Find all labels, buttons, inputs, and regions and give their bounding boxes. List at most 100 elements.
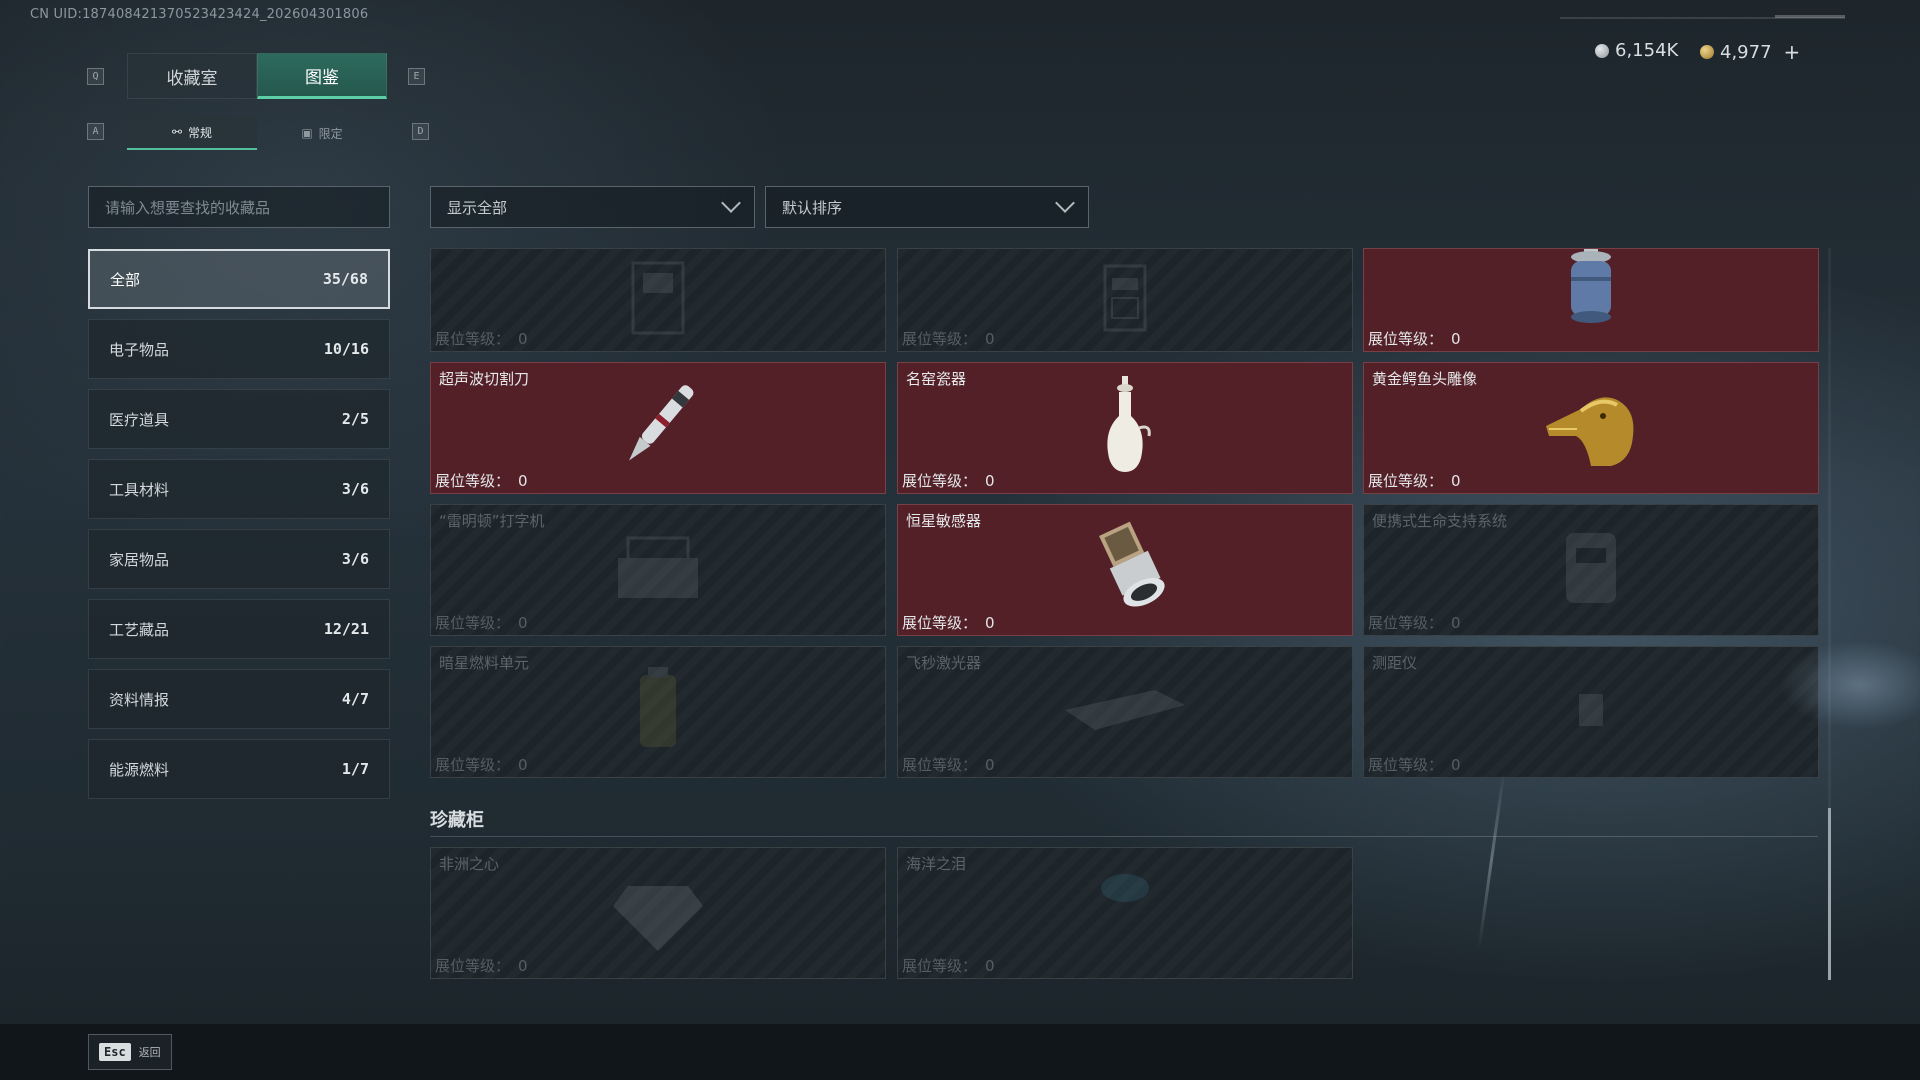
item-name: 非洲之心 <box>439 855 500 873</box>
background-haze <box>1780 640 1920 730</box>
item-level: 展位等级： 0 <box>435 472 528 490</box>
subtab-regular-label: 常规 <box>188 125 213 140</box>
item-card[interactable]: 黄金鳄鱼头雕像 展位等级： 0 <box>1363 362 1819 494</box>
item-card[interactable]: 名窑瓷器 展位等级： 0 <box>897 362 1353 494</box>
item-level: 展位等级： 0 <box>1368 472 1461 490</box>
item-name: 海洋之泪 <box>906 855 967 873</box>
item-card[interactable]: 展位等级： 0 <box>897 248 1353 352</box>
item-level: 展位等级： 0 <box>435 614 528 632</box>
subtab-limited[interactable]: ▣ 限定 <box>257 116 387 150</box>
subtab-regular[interactable]: ⚯ 常规 <box>127 116 257 150</box>
item-level: 展位等级： 0 <box>435 756 528 774</box>
key-hint-a: A <box>87 123 104 140</box>
category-label: 医疗道具 <box>109 410 170 429</box>
image-icon: ▣ <box>301 126 313 140</box>
item-level: 展位等级： 0 <box>435 957 528 975</box>
category-count: 10/16 <box>323 340 369 358</box>
filter-dropdown[interactable]: 显示全部 <box>430 186 755 228</box>
category-label: 家居物品 <box>109 550 170 569</box>
item-card[interactable]: 展位等级： 0 <box>430 248 886 352</box>
tab-collection-room[interactable]: 收藏室 <box>127 53 257 99</box>
category-label: 工艺藏品 <box>109 620 170 639</box>
category-intel[interactable]: 资料情报 4/7 <box>88 669 390 729</box>
background-crack <box>1477 770 1506 950</box>
item-name: 测距仪 <box>1372 654 1418 672</box>
diamond-icon <box>608 866 708 960</box>
category-label: 工具材料 <box>109 480 170 499</box>
item-level: 展位等级： 0 <box>435 330 528 348</box>
key-hint-e: E <box>408 68 425 85</box>
ultrasonic-cutter-icon <box>613 376 703 480</box>
item-card[interactable]: 测距仪 展位等级： 0 <box>1363 646 1819 778</box>
user-uid: CN UID:1874084213705234234​24_2026043018… <box>30 7 369 22</box>
section-title: 珍藏柜 <box>430 810 484 831</box>
item-name: 飞秒激光器 <box>906 654 982 672</box>
category-all[interactable]: 全部 35/68 <box>88 249 390 309</box>
silver-amount: 6,154K <box>1615 40 1679 61</box>
item-name: 便携式生命支持系统 <box>1372 512 1508 530</box>
item-card[interactable]: 暗星燃料单元 展位等级： 0 <box>430 646 886 778</box>
item-card[interactable]: 飞秒激光器 展位等级： 0 <box>897 646 1353 778</box>
main-tabs: 收藏室 图鉴 <box>127 53 387 99</box>
category-home[interactable]: 家居物品 3/6 <box>88 529 390 589</box>
category-label: 电子物品 <box>109 340 170 359</box>
key-hint-d: D <box>412 123 429 140</box>
category-label: 能源燃料 <box>109 760 170 779</box>
category-tools[interactable]: 工具材料 3/6 <box>88 459 390 519</box>
sort-dropdown[interactable]: 默认排序 <box>765 186 1089 228</box>
item-level: 展位等级： 0 <box>902 756 995 774</box>
item-card[interactable]: 展位等级： 0 <box>1363 248 1819 352</box>
treasure-card[interactable]: 海洋之泪 展位等级： 0 <box>897 847 1353 979</box>
tab-catalog[interactable]: 图鉴 <box>257 53 387 99</box>
key-hint-q: Q <box>87 68 104 85</box>
item-level: 展位等级： 0 <box>902 614 995 632</box>
subtab-limited-label: 限定 <box>318 126 343 141</box>
gold-coin-icon <box>1700 45 1714 59</box>
category-count: 35/68 <box>322 270 368 288</box>
flame-icon: ⚯ <box>171 125 183 139</box>
item-card[interactable]: 便携式生命支持系统 展位等级： 0 <box>1363 504 1819 636</box>
item-level: 展位等级： 0 <box>1368 614 1461 632</box>
item-name: 超声波切割刀 <box>439 370 530 388</box>
item-level: 展位等级： 0 <box>902 957 995 975</box>
life-support-icon <box>1551 523 1631 617</box>
category-count: 3/6 <box>341 550 369 568</box>
chevron-down-icon <box>721 193 741 213</box>
item-level: 展位等级： 0 <box>902 472 995 490</box>
gem-icon <box>1095 868 1155 912</box>
golden-crocodile-icon <box>1541 381 1641 475</box>
category-count: 12/21 <box>323 620 369 638</box>
item-card[interactable]: 恒星敏感器 展位等级： 0 <box>897 504 1353 636</box>
category-energy[interactable]: 能源燃料 1/7 <box>88 739 390 799</box>
fuel-cell-icon <box>628 665 688 759</box>
sub-tabs: ⚯ 常规 ▣ 限定 <box>127 116 387 150</box>
item-level: 展位等级： 0 <box>902 330 995 348</box>
scrollbar-thumb[interactable] <box>1828 808 1831 980</box>
item-card[interactable]: “雷明顿”打字机 展位等级： 0 <box>430 504 886 636</box>
category-label: 全部 <box>110 270 141 289</box>
gas-canister-icon <box>1556 249 1626 335</box>
bottom-bar <box>0 1024 1920 1080</box>
treasure-card[interactable]: 非洲之心 展位等级： 0 <box>430 847 886 979</box>
sort-value: 默认排序 <box>782 198 843 217</box>
item-card[interactable]: 超声波切割刀 展位等级： 0 <box>430 362 886 494</box>
item-level: 展位等级： 0 <box>1368 330 1461 348</box>
category-label: 资料情报 <box>109 690 170 709</box>
category-count: 3/6 <box>341 480 369 498</box>
gold-currency: 4,977 + <box>1700 40 1800 64</box>
laser-icon <box>1055 675 1195 749</box>
search-input[interactable]: 请输入想要查找的收藏品 <box>88 186 390 228</box>
category-crafts[interactable]: 工艺藏品 12/21 <box>88 599 390 659</box>
top-divider-accent <box>1775 15 1845 18</box>
item-name: “雷明顿”打字机 <box>439 512 545 530</box>
silver-currency: 6,154K <box>1595 40 1678 61</box>
chevron-down-icon <box>1055 193 1075 213</box>
add-currency-button[interactable]: + <box>1784 40 1801 64</box>
filter-value: 显示全部 <box>447 198 508 217</box>
back-button[interactable]: Esc 返回 <box>88 1034 172 1070</box>
category-medical[interactable]: 医疗道具 2/5 <box>88 389 390 449</box>
category-electronics[interactable]: 电子物品 10/16 <box>88 319 390 379</box>
star-sensor-icon <box>1075 518 1175 622</box>
item-name: 黄金鳄鱼头雕像 <box>1372 370 1478 388</box>
cabinet-icon <box>623 258 693 342</box>
